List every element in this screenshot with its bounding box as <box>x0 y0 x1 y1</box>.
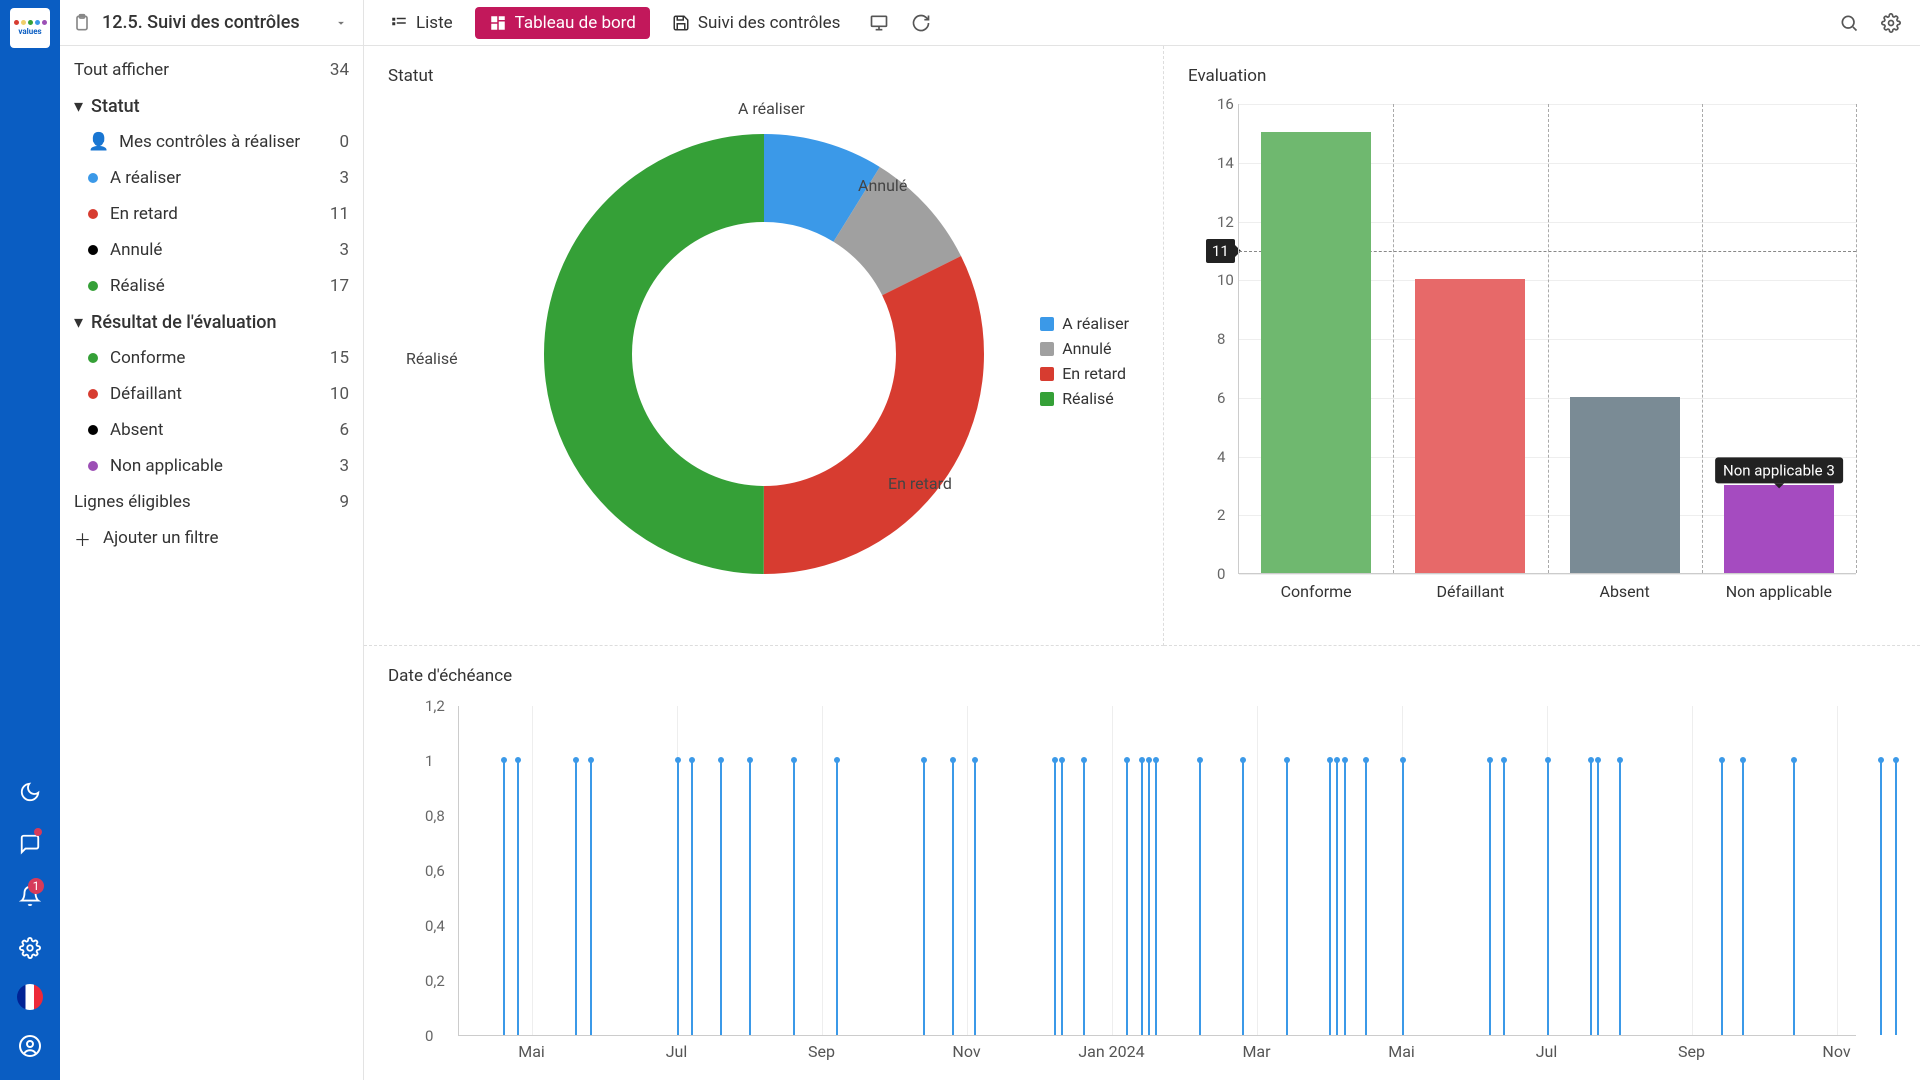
save-icon <box>672 14 690 32</box>
chart-evaluation: Evaluation 11 0246810121416ConformeDéfai… <box>1164 46 1920 646</box>
search-icon[interactable] <box>1832 6 1866 40</box>
chat-icon[interactable] <box>14 824 46 864</box>
filter-item[interactable]: Annulé3 <box>60 232 363 268</box>
filter-item[interactable]: 👤Mes contrôles à réaliser0 <box>60 124 363 160</box>
filter-show-all[interactable]: Tout afficher 34 <box>60 52 363 88</box>
gear-icon[interactable] <box>1874 6 1908 40</box>
tab-liste[interactable]: Liste <box>376 7 467 39</box>
filter-item[interactable]: Défaillant10 <box>60 376 363 412</box>
donut-chart[interactable] <box>544 134 984 574</box>
page-title: 12.5. Suivi des contrôles <box>102 12 321 33</box>
filter-item[interactable]: Absent6 <box>60 412 363 448</box>
app-logo[interactable]: values <box>10 8 50 48</box>
chart-statut: Statut A réaliserAnnuléEn retardRéalisé … <box>364 46 1164 646</box>
refresh-icon[interactable] <box>904 6 938 40</box>
chart-deadline: Date d'échéance 00,20,40,60,811,2MaiJulS… <box>364 646 1920 1080</box>
tab-suivi[interactable]: Suivi des contrôles <box>658 7 855 39</box>
list-icon <box>390 14 408 32</box>
filter-item[interactable]: Réalisé17 <box>60 268 363 304</box>
clipboard-icon <box>72 13 92 33</box>
filter-item[interactable]: A réaliser3 <box>60 160 363 196</box>
filter-eligible[interactable]: Lignes éligibles 9 <box>60 484 363 520</box>
nav-rail: values 1 <box>0 0 60 1080</box>
filter-sidebar: 12.5. Suivi des contrôles Tout afficher … <box>60 0 364 1080</box>
add-filter-button[interactable]: ＋Ajouter un filtre <box>60 520 363 556</box>
settings-icon[interactable] <box>14 928 46 968</box>
language-fr-icon[interactable] <box>17 984 43 1010</box>
dashboard-icon <box>489 14 507 32</box>
view-tabs: Liste Tableau de bord Suivi des contrôle… <box>364 0 1920 46</box>
filter-item[interactable]: Non applicable3 <box>60 448 363 484</box>
filter-group-status[interactable]: ▾Statut <box>60 88 363 124</box>
line-chart[interactable]: 00,20,40,60,811,2MaiJulSepNovJan 2024Mar… <box>458 706 1856 1036</box>
filter-item[interactable]: Conforme15 <box>60 340 363 376</box>
main-area: Liste Tableau de bord Suivi des contrôle… <box>364 0 1920 1080</box>
dark-mode-icon[interactable] <box>14 772 46 812</box>
filter-group-eval[interactable]: ▾Résultat de l'évaluation <box>60 304 363 340</box>
present-icon[interactable] <box>862 6 896 40</box>
notifications-icon[interactable]: 1 <box>14 876 46 916</box>
user-avatar-icon[interactable] <box>14 1026 46 1066</box>
bar-Absent[interactable]: Absent <box>1570 397 1680 573</box>
tab-tableau[interactable]: Tableau de bord <box>475 7 650 39</box>
filter-item[interactable]: En retard11 <box>60 196 363 232</box>
bar-Défaillant[interactable]: Défaillant <box>1415 279 1525 573</box>
chevron-down-icon[interactable] <box>331 16 351 30</box>
bar-chart[interactable]: 0246810121416ConformeDéfaillantAbsentNon… <box>1238 104 1856 574</box>
bar-Conforme[interactable]: Conforme <box>1261 132 1371 573</box>
axis-marker: 11 <box>1206 239 1235 263</box>
sidebar-header[interactable]: 12.5. Suivi des contrôles <box>60 0 363 46</box>
bar-Non applicable[interactable]: Non applicable <box>1724 485 1834 573</box>
